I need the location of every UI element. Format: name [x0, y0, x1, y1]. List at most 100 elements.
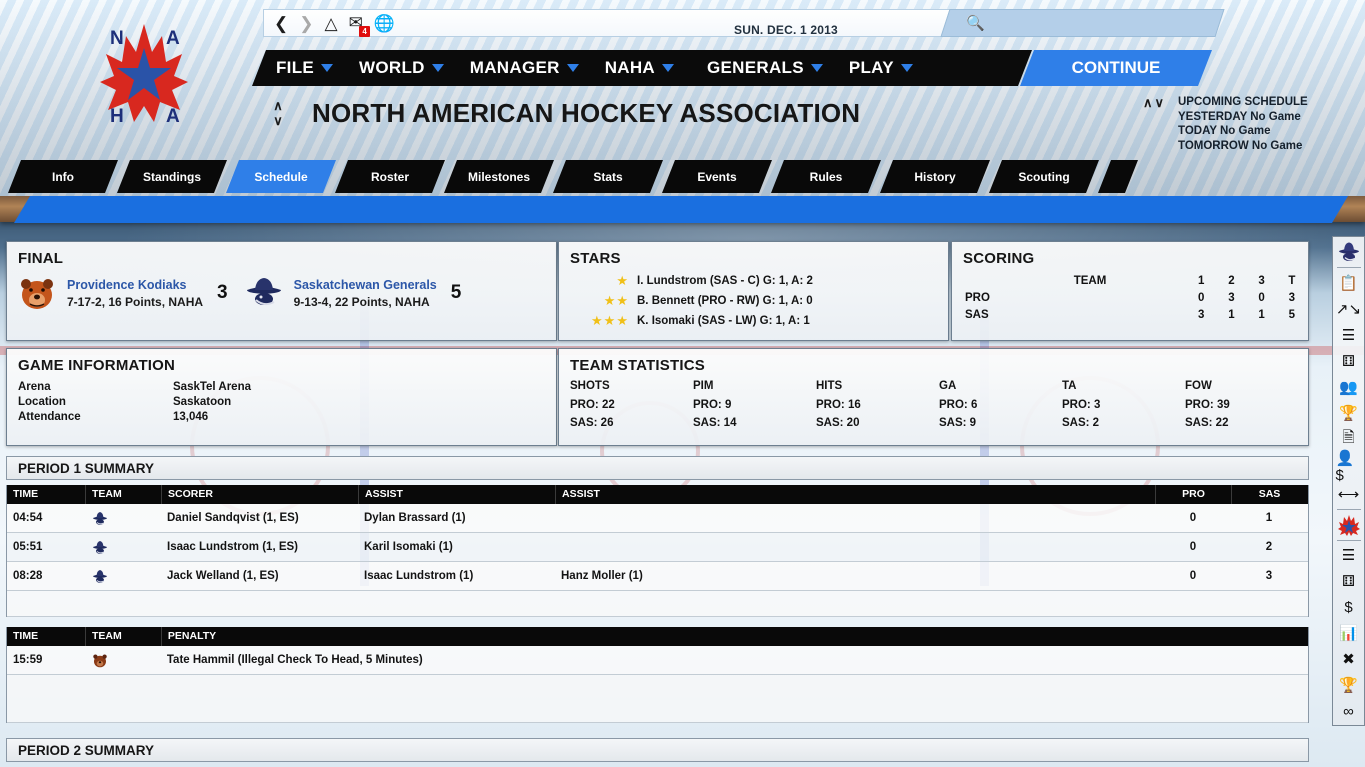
down-arrow-icon[interactable]: ∨: [268, 113, 288, 128]
tab-rules[interactable]: Rules: [771, 160, 881, 193]
stat-pro: PRO: 3: [1062, 399, 1101, 411]
home-icon[interactable]: △: [325, 15, 338, 32]
chevron-down-icon: [900, 64, 913, 72]
right-sidebar: 📋 ↗↘ ☰ ⚅ 👥 🏆 🗎 👤$ ⟷ ☰ ⚅ $ 📊 ✖ 🏆 ∞: [1332, 236, 1365, 726]
league-logo-icon[interactable]: [1336, 513, 1362, 537]
back-arrow-icon[interactable]: ❮: [274, 15, 288, 32]
home-team-block[interactable]: Saskatchewan Generals 9-13-4, 22 Points,…: [242, 273, 437, 313]
table-row: PRO 0 3 0 3: [954, 290, 1306, 305]
tab-schedule[interactable]: Schedule: [226, 160, 336, 193]
table-row[interactable]: 08:28 Jack Welland (1, ES) Isaac Lundstr…: [7, 562, 1308, 591]
stat-column: SHOTS PRO: 22 SAS: 26: [570, 380, 693, 435]
menu-generals-label: GENERALS: [707, 58, 804, 77]
star-row: ★★ B. Bennett (PRO - RW) G: 1, A: 0: [559, 291, 948, 311]
star-icons: ★★: [603, 293, 629, 308]
top-bar: ❮ ❯ △ ✉ 4 🌐 SUN. DEC. 1 2013 🔍: [0, 0, 1365, 46]
forward-arrow-icon[interactable]: ❯: [299, 15, 313, 32]
menu-manager[interactable]: MANAGER: [470, 58, 579, 78]
stars-panel: STARS ★ I. Lundstrom (SAS - C) G: 1, A: …: [558, 241, 949, 341]
tab-milestones[interactable]: Milestones: [444, 160, 554, 193]
list-icon[interactable]: ☰: [1336, 543, 1362, 567]
schedule-nav-arrows[interactable]: ∧∨: [1143, 95, 1166, 111]
menu-naha[interactable]: NAHA: [605, 58, 674, 78]
menu-generals[interactable]: GENERALS: [707, 58, 823, 78]
menu-play[interactable]: PLAY: [849, 58, 913, 78]
tab-history[interactable]: History: [880, 160, 990, 193]
table-row[interactable]: 04:54 Daniel Sandqvist (1, ES) Dylan Bra…: [7, 504, 1308, 533]
trophy-icon[interactable]: 🏆: [1336, 401, 1362, 425]
upcoming-yesterday: YESTERDAY No Game: [1178, 110, 1301, 123]
penalty-text[interactable]: Tate Hammil (Illegal Check To Head, 5 Mi…: [161, 654, 1308, 666]
trade-arrows-icon[interactable]: ⟷: [1336, 482, 1362, 506]
table-row[interactable]: 15:59 Tate Hammil (Illegal Check To Head…: [7, 646, 1308, 675]
transactions-arrow-icon[interactable]: ↗↘: [1336, 297, 1362, 321]
goal-assist1[interactable]: Dylan Brassard (1): [358, 512, 555, 524]
goal-assist2[interactable]: Hanz Moller (1): [555, 570, 1155, 582]
generals-team-logo-icon[interactable]: [1336, 240, 1362, 264]
goal-scorer[interactable]: Daniel Sandqvist (1, ES): [161, 512, 358, 524]
dollar-icon[interactable]: $: [1336, 595, 1362, 619]
goggles-icon[interactable]: ∞: [1336, 699, 1362, 723]
upcoming-today: TODAY No Game: [1178, 125, 1271, 138]
document-icon[interactable]: 🗎: [1336, 427, 1362, 452]
stat-column: GA PRO: 6 SAS: 9: [939, 380, 1062, 435]
menu-file-label: FILE: [276, 58, 315, 77]
goal-scorer[interactable]: Jack Welland (1, ES): [161, 570, 358, 582]
menu-world[interactable]: WORLD: [359, 58, 444, 78]
header-team: TEAM: [85, 485, 161, 504]
people-icon[interactable]: 👥: [1336, 375, 1362, 399]
goal-assist1[interactable]: Karil Isomaki (1): [358, 541, 555, 553]
menu-file[interactable]: FILE: [276, 58, 334, 78]
goal-pro-score: 0: [1189, 512, 1197, 524]
search-input[interactable]: 🔍: [940, 9, 1225, 37]
tab-events[interactable]: Events: [662, 160, 772, 193]
stat-sas: SAS: 9: [939, 417, 977, 429]
globe-icon[interactable]: 🌐: [374, 15, 395, 32]
stat-column: TA PRO: 3 SAS: 2: [1062, 380, 1185, 435]
tab-roster[interactable]: Roster: [335, 160, 445, 193]
crossed-sticks-icon[interactable]: ✖: [1336, 647, 1362, 671]
away-team-block[interactable]: Providence Kodiaks 7-17-2, 16 Points, NA…: [15, 273, 203, 313]
tab-info[interactable]: Info: [8, 160, 118, 193]
dice-icon[interactable]: ⚅: [1336, 349, 1362, 373]
tab-standings[interactable]: Standings: [117, 160, 227, 193]
continue-button[interactable]: CONTINUE: [1020, 50, 1212, 86]
final-score-panel: FINAL Providence Kodiaks 7-17-2, 16 Poin…: [6, 241, 557, 341]
mail-icon[interactable]: ✉ 4: [349, 14, 370, 37]
goal-team: [85, 539, 161, 556]
lines-icon[interactable]: ☰: [1336, 323, 1362, 347]
kodiaks-bear-logo: [15, 273, 59, 313]
stat-sas: SAS: 2: [1062, 417, 1100, 429]
goal-scorer[interactable]: Isaac Lundstrom (1, ES): [161, 541, 358, 553]
final-title: FINAL: [18, 250, 64, 267]
player-finance-icon[interactable]: 👤$: [1336, 450, 1362, 484]
header-team: TEAM: [84, 627, 161, 646]
league-nav-arrows[interactable]: ∧ ∨: [268, 98, 288, 128]
table-row[interactable]: 05:51 Isaac Lundstrom (1, ES) Karil Isom…: [7, 533, 1308, 562]
search-icon: 🔍: [966, 15, 985, 32]
svg-text:N: N: [110, 28, 124, 49]
dice2-icon[interactable]: ⚅: [1336, 569, 1362, 593]
goal-assist1[interactable]: Isaac Lundstrom (1): [358, 570, 555, 582]
bar-chart-icon[interactable]: 📊: [1336, 621, 1362, 645]
up-arrow-icon[interactable]: ∧: [268, 98, 288, 113]
home-team-name[interactable]: Saskatchewan Generals: [294, 278, 437, 292]
goal-sas-score: 1: [1265, 512, 1273, 524]
stat-head: PIM: [693, 380, 714, 392]
star-row: ★ I. Lundstrom (SAS - C) G: 1, A: 2: [559, 271, 948, 291]
tab-overflow[interactable]: [1098, 160, 1138, 193]
mail-badge: 4: [359, 25, 370, 37]
tab-scouting[interactable]: Scouting: [989, 160, 1099, 193]
chevron-down-icon: [321, 64, 334, 72]
period2-title: PERIOD 2 SUMMARY: [6, 738, 1309, 762]
svg-text:A: A: [166, 28, 180, 49]
generals-cowboy-logo: [91, 510, 109, 527]
home-team-record: 9-13-4, 22 Points, NAHA: [293, 294, 430, 309]
header-scorer: SCORER: [161, 485, 358, 504]
table-header-row: TEAM 1 2 3 T: [954, 273, 1306, 288]
trophy2-icon[interactable]: 🏆: [1336, 673, 1362, 697]
tab-stats[interactable]: Stats: [553, 160, 663, 193]
away-team-name[interactable]: Providence Kodiaks: [67, 278, 203, 292]
goal-sas-score: 2: [1265, 541, 1273, 553]
clipboard-icon[interactable]: 📋: [1336, 271, 1362, 295]
